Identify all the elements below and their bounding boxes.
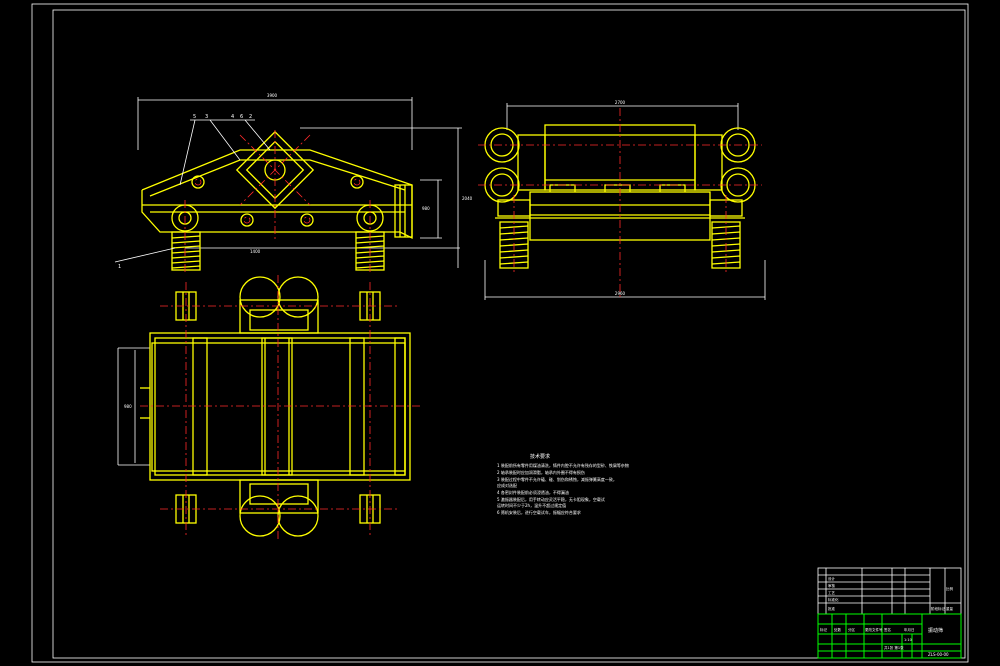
dim-width-span: 2700 <box>615 100 626 105</box>
tb-role-0: 设计 <box>828 576 836 581</box>
tech-title: 技术要求 <box>530 453 550 460</box>
dim-top-length: 3900 <box>267 93 278 98</box>
dim-height-inner: 980 <box>422 206 430 211</box>
inner-border <box>52 9 966 659</box>
tech-note-4: 应成对选配 <box>497 482 517 488</box>
front-view: 3900 2040 980 1400 5 3 4 6 2 1 <box>114 93 473 275</box>
tb-role-4: 批准 <box>828 606 836 611</box>
tb-header-0: 阶段标记 <box>931 606 945 611</box>
cad-drawing-sheet: 3900 2040 980 1400 5 3 4 6 2 1 2700 2960… <box>31 3 969 663</box>
tb-row-0: 标记 <box>820 627 828 632</box>
dim-height-total: 2040 <box>462 196 473 201</box>
part-label-3: 3 <box>205 114 208 120</box>
tech-note-1: 1 装配前所有零件用煤油清洗，铸件内腔不允许有残存的型砂、铁屑等杂物 <box>497 462 629 468</box>
technical-requirements: 技术要求 1 装配前所有零件用煤油清洗，铸件内腔不允许有残存的型砂、铁屑等杂物 … <box>497 453 629 515</box>
tb-row-3: 更改文件号 <box>865 627 883 632</box>
part-label-6: 6 <box>240 114 243 120</box>
tb-row-5: 年月日 <box>904 627 915 632</box>
tb-drawing-name: 振动筛 <box>928 627 943 634</box>
tb-scale: 1:10 <box>904 638 912 642</box>
tech-note-8: 6 筛机安装后，进行空载试车，振幅应符合要求 <box>497 509 581 515</box>
tech-note-3: 3 装配过程中零件不允许磕、碰、划伤和锈蚀，减振弹簧高度一致， <box>497 476 617 482</box>
part-label-5: 5 <box>193 114 196 120</box>
tb-sheet-info: 共1张 第1张 <box>884 645 904 650</box>
tb-drawing-code: ZLS-00-00 <box>928 652 949 657</box>
plan-view: 980 <box>117 275 420 540</box>
dim-base-length: 1400 <box>250 249 261 254</box>
side-view: 2700 2960 <box>478 100 766 300</box>
tb-role-3: 标准化 <box>828 597 839 602</box>
part-label-4: 4 <box>231 114 234 120</box>
part-label-1: 1 <box>118 264 121 270</box>
part-label-2: 2 <box>249 114 252 120</box>
tb-role-2: 工艺 <box>828 590 836 595</box>
tb-header-1: 重量 <box>946 606 954 611</box>
tech-note-2: 2 轴承装配时应加润滑脂，轴承内外圈不得有损伤 <box>497 469 585 475</box>
title-block: 阶段标记 重量 比例 设计 审核 工艺 标准化 批准 标记 处数 分区 更改文件… <box>817 567 962 659</box>
tb-row-1: 处数 <box>834 627 842 632</box>
tech-note-7: 运转时间不少于2h，温升不超过规定值 <box>497 502 566 508</box>
tb-role-1: 审核 <box>828 583 836 588</box>
tb-row-4: 签名 <box>884 627 891 632</box>
tech-note-6: 5 激振器装配后，用手转动应灵活平稳，无卡阻现象，空载试 <box>497 496 605 502</box>
tech-note-5: 4 各密封件装配前必须浸透油，不得漏油 <box>497 489 569 495</box>
dim-left-inner: 980 <box>124 404 132 409</box>
tb-row-2: 分区 <box>848 627 856 632</box>
tb-header-2: 比例 <box>946 586 954 591</box>
